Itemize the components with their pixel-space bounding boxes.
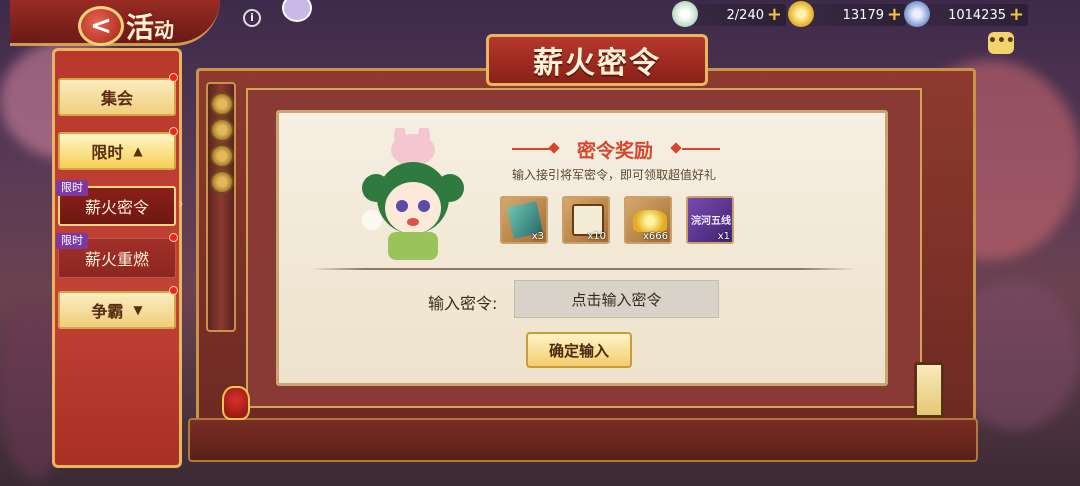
- resource-value: 13179: [842, 7, 884, 23]
- confirm-button[interactable]: 确定输入: [526, 332, 632, 368]
- sidebar-item-label: 限时: [91, 143, 124, 162]
- sidebar-item-label: 薪火密令: [84, 198, 149, 217]
- resource-coin: 1014235 +: [904, 1, 1028, 27]
- sidebar-item-label: 集会: [100, 89, 133, 108]
- gold-ingot-icon: [788, 1, 814, 27]
- chevron-down-icon: ▼: [133, 303, 143, 317]
- chat-icon[interactable]: •••: [988, 32, 1015, 54]
- password-label: 输入密令:: [428, 294, 498, 313]
- sidebar-item-gathering[interactable]: 集会: [58, 78, 176, 116]
- reward-item[interactable]: x3: [500, 196, 548, 244]
- sidebar-item-limited[interactable]: 限时 ▲: [58, 132, 176, 170]
- lantern-icon: [914, 362, 944, 418]
- reward-count: x3: [531, 231, 544, 242]
- back-icon: <: [90, 11, 112, 41]
- gold-ingot-icon: [633, 210, 667, 232]
- notification-dot: [169, 127, 178, 136]
- silver-coin-icon: [904, 1, 930, 27]
- sidebar-item-label: 薪火重燃: [84, 250, 149, 269]
- password-input[interactable]: 点击输入密令: [514, 280, 719, 318]
- resource-value: 2/240: [726, 7, 764, 23]
- avatar[interactable]: [282, 0, 312, 22]
- coin-ornament-icon: [210, 118, 234, 142]
- reward-item[interactable]: x666: [624, 196, 672, 244]
- page-title-char-1: 活: [126, 11, 155, 44]
- mascot-character-icon: [362, 128, 464, 260]
- reward-count: x1: [717, 231, 730, 242]
- add-coin-button[interactable]: +: [1009, 6, 1024, 24]
- frame-stand: [188, 418, 978, 462]
- coin-ornament-icon: [210, 144, 234, 168]
- chevron-up-icon: ▲: [133, 144, 143, 158]
- page-title: 活动: [126, 6, 174, 46]
- reward-count: x666: [642, 231, 668, 242]
- limited-tag: 限时: [56, 180, 88, 196]
- title-decoration: [682, 148, 720, 150]
- info-icon[interactable]: i: [243, 9, 261, 27]
- page-title-char-2: 动: [154, 18, 175, 42]
- notification-dot: [169, 286, 178, 295]
- section-subtitle: 输入接引将军密令，即可领取超值好礼: [511, 168, 716, 182]
- password-placeholder: 点击输入密令: [571, 290, 662, 309]
- activity-title-plate: 薪火密令: [486, 34, 708, 86]
- sidebar-item-zhengba[interactable]: 争霸 ▼: [58, 291, 176, 329]
- sidebar-item-label: 争霸: [91, 302, 124, 321]
- resource-gold: 13179 +: [788, 1, 906, 27]
- coin-ornament-icon: [210, 170, 234, 194]
- coin-ornament-icon: [210, 92, 234, 116]
- title-decoration: [512, 148, 550, 150]
- section-title: 密令奖励: [576, 140, 653, 162]
- notification-dot: [169, 233, 178, 242]
- stamina-orb-icon: [672, 1, 698, 27]
- resource-stamina: 2/240 +: [672, 1, 786, 27]
- add-gold-button[interactable]: +: [887, 6, 902, 24]
- lucky-bag-icon[interactable]: [222, 386, 250, 420]
- selection-arrow-icon: ›: [178, 196, 184, 212]
- resource-value: 1014235: [948, 7, 1006, 23]
- confirm-button-label: 确定输入: [548, 341, 609, 360]
- divider: [310, 268, 856, 270]
- reward-item[interactable]: 浣河五线 x1: [686, 196, 734, 244]
- notification-dot: [169, 73, 178, 82]
- reward-count: x10: [587, 231, 606, 242]
- reward-item[interactable]: x10: [562, 196, 610, 244]
- back-button[interactable]: <: [78, 6, 124, 46]
- limited-tag: 限时: [56, 233, 88, 249]
- add-stamina-button[interactable]: +: [767, 6, 782, 24]
- purple-title-card-icon: 浣河五线: [691, 216, 731, 227]
